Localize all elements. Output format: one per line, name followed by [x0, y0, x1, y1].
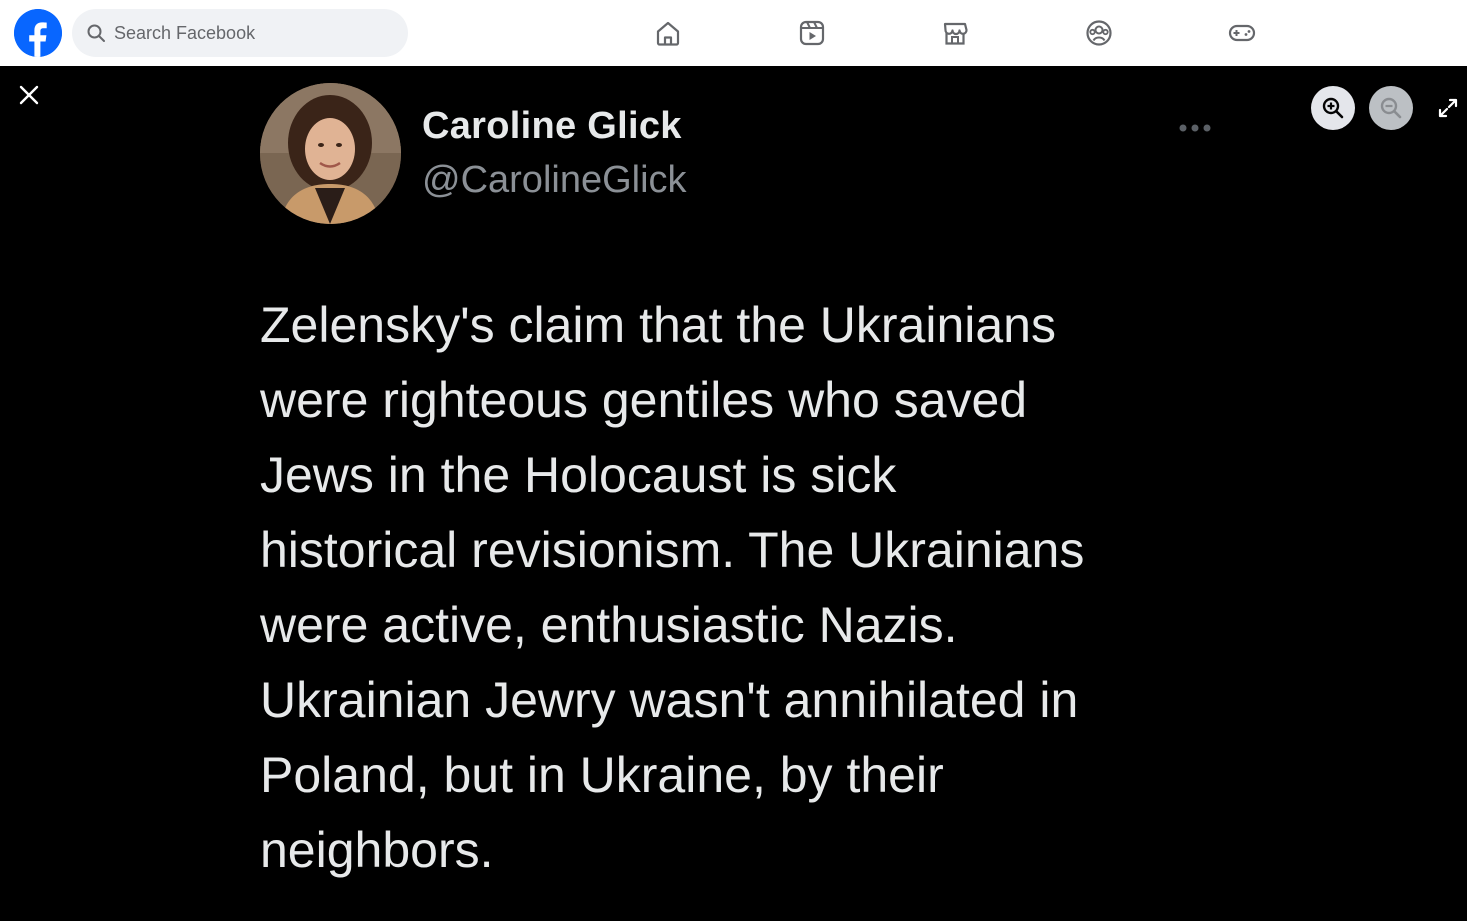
top-navigation-bar: [0, 0, 1467, 66]
tweet-body-text: Zelensky's claim that the Ukrainians wer…: [260, 297, 1085, 878]
fullscreen-button[interactable]: [1434, 94, 1462, 122]
tweet-screenshot: Caroline Glick @CarolineGlick Zelensky's…: [260, 83, 1220, 903]
tweet-author-name: Caroline Glick: [422, 105, 682, 147]
nav-groups[interactable]: [1080, 14, 1118, 52]
close-button[interactable]: [14, 80, 44, 110]
groups-icon: [1086, 20, 1112, 46]
zoom-in-button[interactable]: [1311, 86, 1355, 130]
tweet-author-handle: @CarolineGlick: [422, 159, 687, 201]
search-input[interactable]: [114, 22, 404, 44]
zoom-in-icon: [1322, 97, 1344, 119]
nav-video[interactable]: [793, 14, 831, 52]
nav-gaming[interactable]: [1223, 14, 1261, 52]
marketplace-icon: [943, 22, 968, 45]
search-box[interactable]: [72, 9, 408, 57]
video-icon: [799, 20, 825, 46]
expand-icon: [1438, 98, 1458, 118]
more-options-icon: [1179, 124, 1211, 132]
photo-viewer: Caroline Glick @CarolineGlick Zelensky's…: [0, 66, 1467, 921]
search-icon: [87, 24, 105, 42]
nav-marketplace[interactable]: [936, 14, 974, 52]
home-icon: [656, 21, 680, 46]
facebook-logo-icon[interactable]: [14, 9, 62, 57]
avatar: [260, 83, 401, 224]
gaming-icon: [1228, 24, 1256, 42]
close-icon: [19, 85, 39, 105]
zoom-out-icon: [1380, 97, 1402, 119]
nav-home[interactable]: [649, 14, 687, 52]
zoom-out-button[interactable]: [1369, 86, 1413, 130]
